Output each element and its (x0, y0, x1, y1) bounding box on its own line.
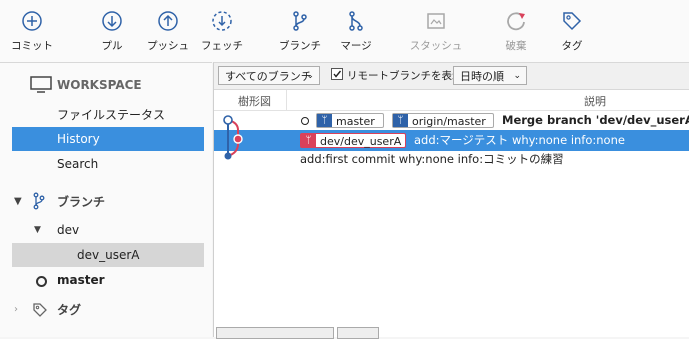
branch-icon (32, 192, 46, 218)
stash-icon (427, 13, 445, 29)
history-panel: すべてのブランチ ⌄ リモートブランチを表示 日時の順 ⌄ 樹形図 説明 ᛘ m… (213, 62, 689, 339)
branch-icon: ᛘ (317, 114, 332, 127)
commit-row[interactable]: add:first commit why:none info:コミットの練習 (214, 149, 689, 170)
fetch-label: フェッチ (201, 40, 243, 52)
discard-button[interactable]: 破棄 (486, 10, 546, 53)
bottom-tab[interactable] (337, 327, 379, 339)
head-indicator-icon (301, 117, 309, 125)
merge-button[interactable]: マージ (326, 10, 386, 53)
branch-button[interactable]: ブランチ (270, 10, 330, 53)
discard-label: 破棄 (505, 40, 527, 52)
sidebar-item-search[interactable]: Search (12, 152, 204, 176)
chevron-right-icon: › (14, 304, 18, 315)
stash-label: スタッシュ (409, 40, 463, 52)
merge-label: マージ (340, 40, 372, 52)
chevron-down-icon: ⌄ (513, 71, 521, 81)
workspace-heading: WORKSPACE (57, 78, 142, 92)
tag-label: dev/dev_userA (320, 135, 402, 148)
fetch-dashed-circle-icon (212, 11, 232, 31)
arrow-up-circle-icon (158, 11, 178, 31)
branch-name: master (57, 273, 105, 287)
branch-folder-label: dev (57, 223, 80, 237)
branch-tag-origin-master[interactable]: ᛘ origin/master (392, 113, 494, 128)
checkmark-icon (333, 70, 342, 78)
sidebar: WORKSPACE ファイルステータス History Search ▼ ブラン… (0, 62, 212, 337)
sidebar-item-label: ファイルステータス (57, 108, 166, 122)
bottom-tabs (214, 327, 689, 339)
tag-label: タグ (561, 40, 583, 52)
sidebar-branch-folder-dev[interactable]: ▼ dev (14, 218, 206, 242)
pull-label: プル (101, 40, 123, 52)
chevron-down-icon: ⌄ (306, 71, 314, 81)
sidebar-tags-header[interactable]: › タグ (14, 298, 206, 322)
commit-node (223, 115, 233, 125)
sidebar-item-label: Search (57, 157, 99, 171)
sidebar-item-file-status[interactable]: ファイルステータス (12, 103, 204, 127)
branch-name: dev_userA (77, 248, 140, 262)
description-column-header[interactable]: 説明 (584, 93, 606, 109)
sidebar-branch-master[interactable]: master (14, 268, 206, 292)
toolbar: コミット プル プッシュ フェッチ ブランチ マージ スタッシュ 破棄 タグ (0, 0, 689, 62)
commit-message: Merge branch 'dev/dev_userA' (502, 113, 689, 127)
plus-circle-icon (22, 11, 42, 31)
bottom-tab[interactable] (216, 327, 334, 339)
commit-row[interactable]: ᛘ dev/dev_userA add:マージテスト why:none info… (214, 130, 689, 151)
commit-button[interactable]: コミット (2, 10, 62, 53)
graph-column-header[interactable]: 樹形図 (238, 93, 271, 109)
monitor-icon (30, 76, 52, 97)
branch-label: ブランチ (279, 40, 321, 52)
commit-label: コミット (11, 40, 53, 52)
sidebar-branches-label: ブランチ (57, 195, 106, 209)
branch-tag-dev-usera[interactable]: ᛘ dev/dev_userA (300, 133, 406, 148)
sidebar-branch-dev-usera[interactable]: dev_userA (12, 243, 204, 267)
show-remote-label[interactable]: リモートブランチを表示 (347, 68, 463, 83)
tag-icon (563, 12, 582, 31)
commit-message: add:マージテスト why:none info:none (414, 133, 625, 147)
fetch-button[interactable]: フェッチ (192, 10, 252, 53)
chevron-down-icon: ▼ (14, 196, 22, 207)
branch-icon (293, 11, 307, 31)
sidebar-item-history[interactable]: History (12, 127, 204, 151)
filter-bar: すべてのブランチ ⌄ リモートブランチを表示 日時の順 ⌄ (214, 63, 689, 90)
commit-graph (223, 115, 243, 160)
branch-icon: ᛘ (393, 114, 408, 127)
column-divider[interactable] (286, 90, 287, 110)
push-button[interactable]: プッシュ (138, 10, 198, 53)
tag-label: origin/master (412, 115, 486, 128)
push-label: プッシュ (147, 40, 189, 52)
commit-message: add:first commit why:none info:コミットの練習 (300, 152, 564, 166)
current-branch-icon (36, 276, 47, 287)
commit-node (233, 134, 243, 144)
sidebar-tags-label: タグ (57, 303, 82, 317)
sidebar-branches-header[interactable]: ▼ ブランチ (14, 190, 206, 214)
sort-order-value: 日時の順 (460, 70, 504, 83)
stash-button[interactable]: スタッシュ (406, 10, 466, 53)
show-remote-checkbox[interactable] (331, 68, 343, 80)
column-header: 樹形図 説明 (214, 90, 689, 111)
chevron-down-icon: ▼ (34, 225, 41, 235)
commit-node (224, 152, 232, 160)
tag-button[interactable]: タグ (542, 10, 602, 53)
arrow-down-circle-icon (102, 11, 122, 31)
branch-tag-master[interactable]: ᛘ master (316, 113, 384, 128)
sidebar-item-label: History (57, 132, 100, 146)
tag-label: master (336, 115, 375, 128)
commit-row[interactable]: ᛘ master ᛘ origin/master Merge branch 'd… (214, 110, 689, 131)
discard-icon (507, 12, 525, 31)
branch-filter-select[interactable]: すべてのブランチ ⌄ (218, 66, 320, 85)
sort-order-select[interactable]: 日時の順 ⌄ (453, 66, 527, 85)
merge-icon (349, 11, 363, 31)
pull-button[interactable]: プル (82, 10, 142, 53)
branch-icon: ᛘ (301, 134, 316, 147)
tag-icon (32, 302, 48, 326)
branch-filter-value: すべてのブランチ (225, 70, 312, 83)
